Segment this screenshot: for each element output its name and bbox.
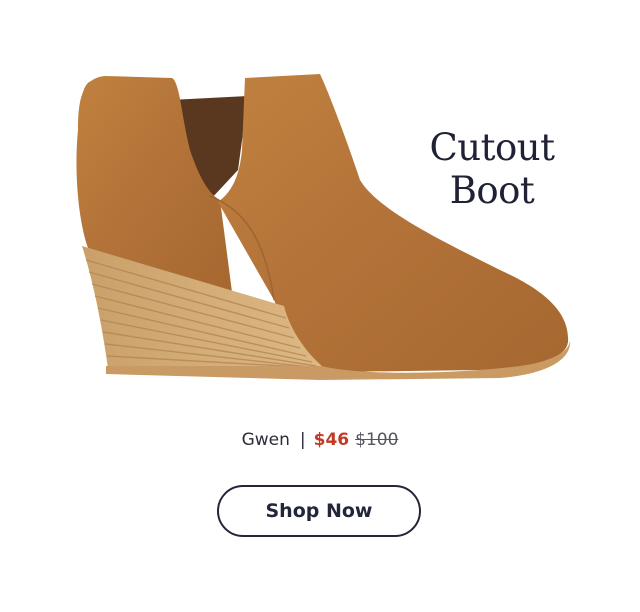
- sale-price: $46: [313, 430, 350, 450]
- shop-now-button[interactable]: Shop Now: [217, 485, 421, 537]
- price-separator: |: [299, 430, 306, 450]
- price-row: Gwen | $46 $100: [0, 430, 640, 450]
- title-line-2: Boot: [449, 169, 535, 212]
- style-name: Gwen: [241, 430, 290, 450]
- original-price: $100: [355, 430, 399, 450]
- product-card[interactable]: Cutout Boot Gwen | $46 $100 Shop Now: [0, 0, 640, 612]
- title-line-1: Cutout: [429, 126, 555, 169]
- product-image[interactable]: [60, 60, 580, 390]
- product-title: Cutout Boot: [418, 126, 566, 212]
